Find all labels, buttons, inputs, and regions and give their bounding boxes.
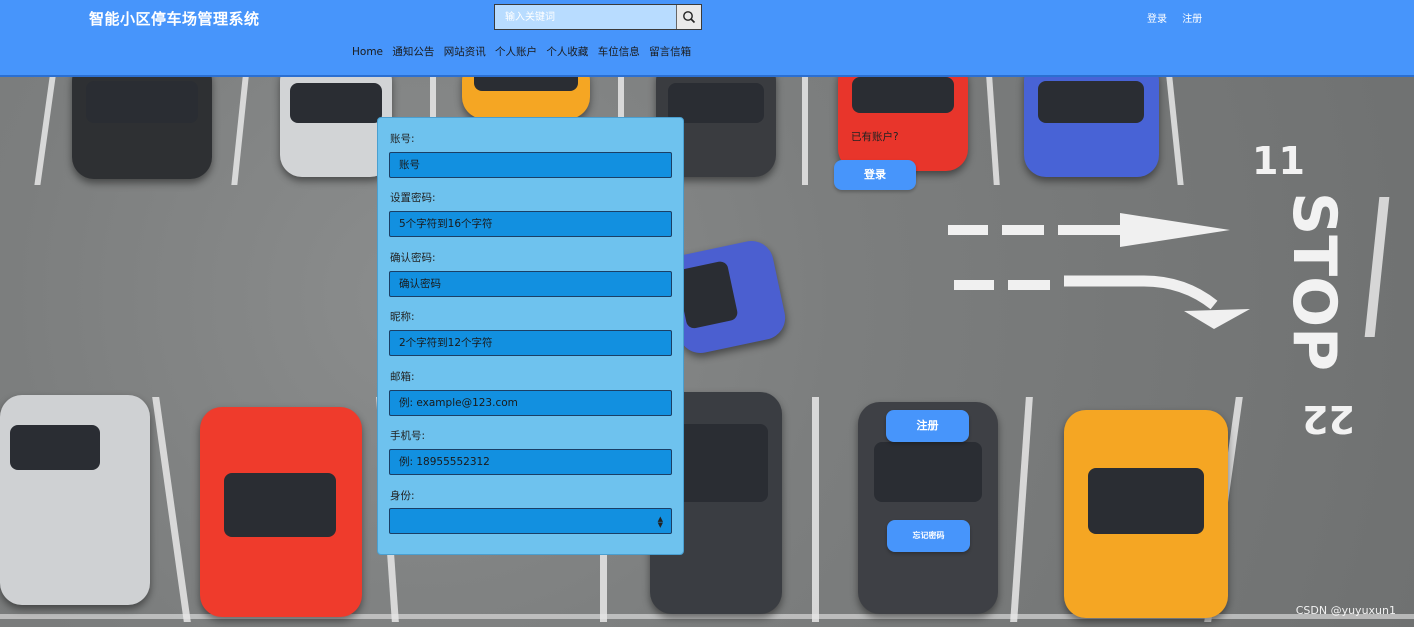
- csdn-watermark: CSDN @yuyuxun1: [1295, 604, 1396, 617]
- register-form: 账号: 设置密码: 确认密码: 昵称: 邮箱: 手机号: 身份: ▲▼: [377, 117, 684, 555]
- login-button[interactable]: 登录: [834, 160, 916, 190]
- top-header: 智能小区停车场管理系统 登录 注册 Home 通知公告 网站资讯 个人账户 个人…: [0, 0, 1414, 77]
- turn-arrow-icon: [1064, 275, 1250, 329]
- nav-item-news[interactable]: 网站资讯: [444, 46, 486, 58]
- phone-label: 手机号:: [390, 430, 426, 442]
- nav-item-notices[interactable]: 通知公告: [392, 46, 434, 58]
- phone-field[interactable]: [389, 449, 672, 475]
- nav-item-favorites[interactable]: 个人收藏: [546, 46, 588, 58]
- register-button[interactable]: 注册: [886, 410, 969, 442]
- email-field[interactable]: [389, 390, 672, 416]
- nickname-field[interactable]: [389, 330, 672, 356]
- top-register-link[interactable]: 注册: [1182, 14, 1202, 25]
- confirm-password-label: 确认密码:: [390, 252, 436, 264]
- road-number-top: 11: [1252, 139, 1305, 183]
- road-number-bottom: 22: [1302, 397, 1355, 441]
- account-label: 账号:: [390, 133, 415, 145]
- password-label: 设置密码:: [390, 192, 436, 204]
- password-field[interactable]: [389, 211, 672, 237]
- role-select[interactable]: ▲ ▼: [389, 508, 672, 534]
- email-label: 邮箱:: [390, 371, 415, 383]
- role-label: 身份:: [390, 490, 415, 502]
- nickname-label: 昵称:: [390, 311, 415, 323]
- nav-item-account[interactable]: 个人账户: [495, 46, 537, 58]
- already-have-account-text: 已有账户?: [851, 131, 899, 143]
- top-links: 登录 注册: [1147, 10, 1214, 25]
- account-field[interactable]: [389, 152, 672, 178]
- search-box: [494, 4, 702, 30]
- search-input[interactable]: [495, 5, 677, 29]
- forgot-password-button[interactable]: 忘记密码: [887, 520, 970, 552]
- confirm-password-field[interactable]: [389, 271, 672, 297]
- main-nav: Home 通知公告 网站资讯 个人账户 个人收藏 车位信息 留言信箱: [352, 44, 697, 59]
- select-updown-icon: ▲ ▼: [657, 515, 663, 529]
- nav-item-message-board[interactable]: 留言信箱: [649, 46, 691, 58]
- nav-item-home[interactable]: Home: [352, 46, 383, 58]
- parking-lot-background: 11 22 STOP: [0, 77, 1414, 627]
- search-button[interactable]: [676, 5, 701, 29]
- road-stop-text: STOP: [1279, 192, 1349, 372]
- top-login-link[interactable]: 登录: [1147, 14, 1167, 25]
- site-title: 智能小区停车场管理系统: [89, 10, 260, 28]
- search-icon: [683, 11, 696, 24]
- arrow-right-icon: [1120, 213, 1230, 247]
- nav-item-parking-spaces[interactable]: 车位信息: [598, 46, 640, 58]
